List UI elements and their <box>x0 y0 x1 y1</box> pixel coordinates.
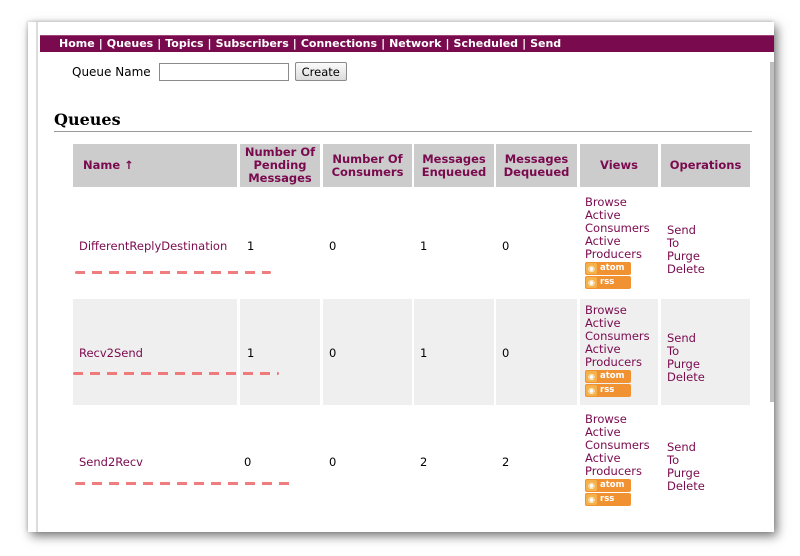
rss-feed-button[interactable]: ◉ rss <box>585 384 631 397</box>
nav-queues[interactable]: Queues <box>107 37 153 50</box>
create-button[interactable]: Create <box>294 62 347 81</box>
dequeued-count: 2 <box>502 455 510 469</box>
queue-name-label: Queue Name <box>72 64 151 79</box>
active-consumers-link[interactable]: Active Consumers <box>585 426 650 452</box>
atom-feed-button[interactable]: ◉ atom <box>585 479 631 492</box>
delete-link[interactable]: Delete <box>667 480 705 493</box>
annotation-underline <box>75 482 295 485</box>
pending-count: 1 <box>247 239 255 253</box>
operations-cell: Send To Purge Delete <box>667 441 705 493</box>
nav-connections[interactable]: Connections <box>301 37 377 50</box>
operations-cell: Send To Purge Delete <box>667 332 705 384</box>
create-queue-form: Queue Name Create <box>72 62 347 81</box>
active-producers-link[interactable]: Active Producers <box>585 452 650 478</box>
delete-link[interactable]: Delete <box>667 371 705 384</box>
title-divider <box>54 131 752 132</box>
active-producers-link[interactable]: Active Producers <box>585 343 650 369</box>
col-header-pending: Number Of Pending Messages <box>240 144 320 187</box>
queue-link[interactable]: Send2Recv <box>73 452 143 472</box>
rss-icon: ◉ <box>586 371 597 382</box>
annotation-underline <box>75 271 271 274</box>
views-cell: Browse Active Consumers Active Producers… <box>585 196 650 289</box>
rss-icon: ◉ <box>586 277 597 288</box>
col-header-consumers: Number Of Consumers <box>323 144 412 187</box>
nav-subscribers[interactable]: Subscribers <box>216 37 289 50</box>
scrollbar[interactable] <box>770 62 774 402</box>
consumers-count: 0 <box>329 455 337 469</box>
annotation-underline <box>73 372 279 375</box>
col-header-name[interactable]: Name ↑ <box>73 144 237 187</box>
send-to-link[interactable]: Send To <box>667 332 705 358</box>
consumers-count: 0 <box>329 346 337 360</box>
left-border <box>36 22 38 532</box>
nav-send[interactable]: Send <box>530 37 561 50</box>
rss-icon: ◉ <box>586 385 597 396</box>
views-cell: Browse Active Consumers Active Producers… <box>585 304 650 397</box>
page-title: Queues <box>54 110 121 129</box>
consumers-count: 0 <box>329 239 337 253</box>
send-to-link[interactable]: Send To <box>667 441 705 467</box>
nav-bar: Home | Queues | Topics | Subscribers | Conne… <box>40 35 774 52</box>
enqueued-count: 2 <box>420 455 428 469</box>
enqueued-count: 1 <box>420 346 428 360</box>
atom-feed-button[interactable]: ◉ atom <box>585 262 631 275</box>
rss-icon: ◉ <box>586 263 597 274</box>
atom-feed-button[interactable]: ◉ atom <box>585 370 631 383</box>
views-cell: Browse Active Consumers Active Producers… <box>585 413 650 506</box>
nav-scheduled[interactable]: Scheduled <box>454 37 519 50</box>
pending-count: 1 <box>247 346 255 360</box>
nav-home[interactable]: Home <box>59 37 95 50</box>
nav-topics[interactable]: Topics <box>165 37 203 50</box>
delete-link[interactable]: Delete <box>667 263 705 276</box>
nav-links: Home | Queues | Topics | Subscribers | Conne… <box>59 37 562 50</box>
dequeued-count: 0 <box>502 346 510 360</box>
row-bg <box>323 299 412 405</box>
enqueued-count: 1 <box>420 239 428 253</box>
queue-name-input[interactable] <box>158 62 289 81</box>
col-header-enqueued: Messages Enqueued <box>414 144 494 187</box>
active-consumers-link[interactable]: Active Consumers <box>585 317 650 343</box>
col-header-views: Views <box>580 144 658 187</box>
nav-network[interactable]: Network <box>389 37 441 50</box>
rss-feed-button[interactable]: ◉ rss <box>585 276 631 289</box>
active-consumers-link[interactable]: Active Consumers <box>585 209 650 235</box>
send-to-link[interactable]: Send To <box>667 224 705 250</box>
pending-count: 0 <box>244 455 252 469</box>
queue-link[interactable]: Recv2Send <box>73 343 143 363</box>
col-header-dequeued: Messages Dequeued <box>496 144 577 187</box>
rss-feed-button[interactable]: ◉ rss <box>585 493 631 506</box>
rss-icon: ◉ <box>586 494 597 505</box>
browser-page: Home | Queues | Topics | Subscribers | Conne… <box>28 22 774 532</box>
active-producers-link[interactable]: Active Producers <box>585 235 650 261</box>
queue-link[interactable]: DifferentReplyDestination <box>73 236 227 256</box>
col-header-operations: Operations <box>661 144 750 187</box>
operations-cell: Send To Purge Delete <box>667 224 705 276</box>
dequeued-count: 0 <box>502 239 510 253</box>
rss-icon: ◉ <box>586 480 597 491</box>
